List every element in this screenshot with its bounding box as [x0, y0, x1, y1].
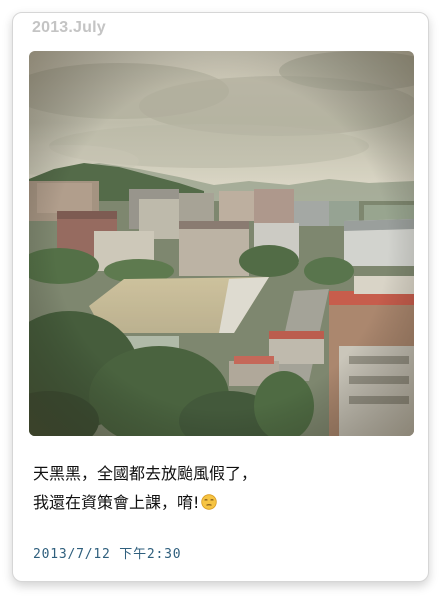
unamused-face-icon — [201, 494, 218, 510]
post-photo[interactable] — [29, 51, 414, 436]
caption-line-2: 我還在資策會上課，唷! — [33, 488, 413, 517]
post-timestamp: 2013/7/12 下午2:30 — [33, 547, 182, 562]
city-skyline-photo — [29, 51, 414, 436]
post-card: 2013.July 天黑黑，全國都去放颱風假了， 我還在資策會上課，唷! 201… — [12, 12, 429, 582]
post-caption: 天黑黑，全國都去放颱風假了， 我還在資策會上課，唷! — [33, 459, 413, 517]
caption-line-2-text: 我還在資策會上課，唷! — [33, 493, 200, 512]
caption-line-1: 天黑黑，全國都去放颱風假了， — [33, 464, 258, 483]
month-label: 2013.July — [32, 19, 106, 36]
